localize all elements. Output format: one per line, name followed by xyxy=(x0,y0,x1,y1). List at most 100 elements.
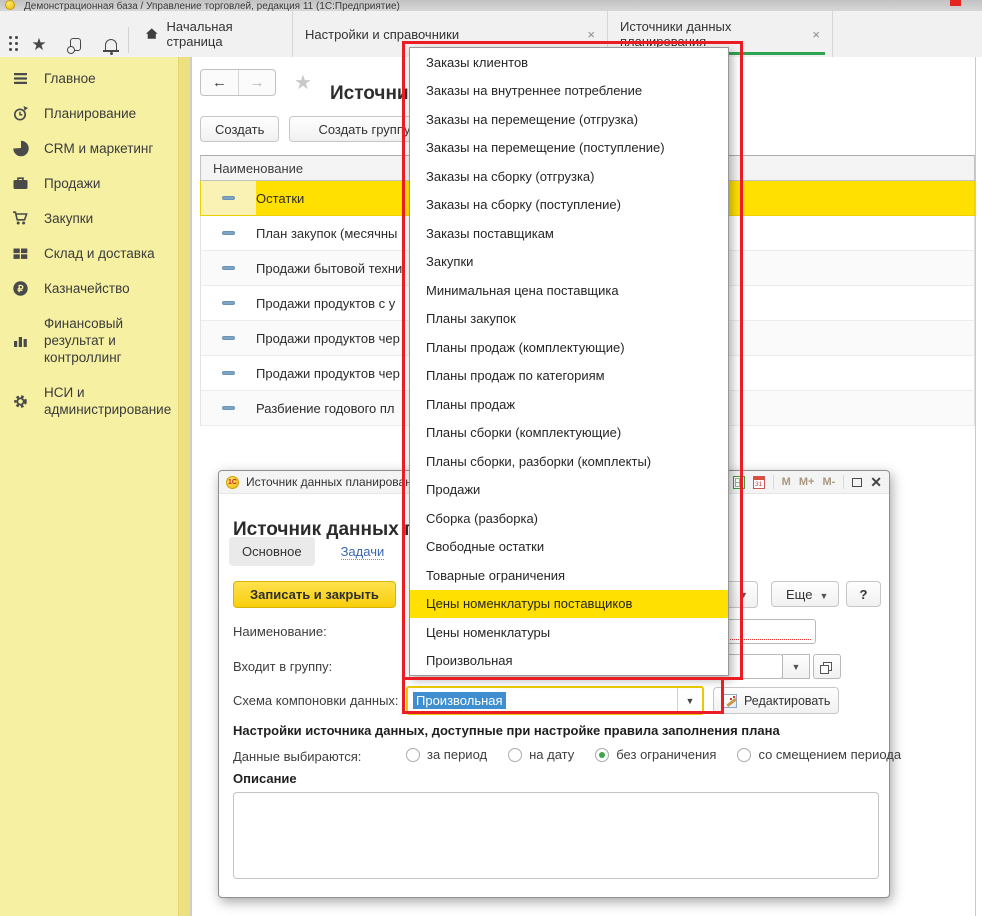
name-field-label: Наименование: xyxy=(233,624,327,639)
tab-home[interactable]: Начальная страница xyxy=(133,11,293,57)
row-type-cell xyxy=(201,356,256,390)
dropdown-item[interactable]: Продажи xyxy=(410,476,728,505)
dialog-title: Источник данных планировани xyxy=(246,475,419,489)
notifications-bell-icon[interactable] xyxy=(100,33,122,55)
dropdown-item[interactable]: Закупки xyxy=(410,248,728,277)
description-textarea[interactable] xyxy=(233,792,879,879)
row-name: Продажи бытовой техни xyxy=(256,261,402,276)
favorite-star-icon[interactable]: ★ xyxy=(294,70,312,95)
dropdown-item[interactable]: Заказы на сборку (поступление) xyxy=(410,191,728,220)
radio-dot-icon xyxy=(406,748,420,762)
radio-dot-icon xyxy=(508,748,522,762)
dropdown-item[interactable]: Цены номенклатуры xyxy=(410,618,728,647)
dropdown-item[interactable]: Планы сборки (комплектующие) xyxy=(410,419,728,448)
dropdown-item[interactable]: Сборка (разборка) xyxy=(410,504,728,533)
sidebar-item-finance[interactable]: Финансовый результат и контроллинг xyxy=(0,306,190,375)
dialog-tab-main[interactable]: Основное xyxy=(229,537,315,566)
row-name: Остатки xyxy=(256,191,304,206)
calendar-icon[interactable]: 31 xyxy=(753,476,765,489)
dropdown-item[interactable]: Заказы поставщикам xyxy=(410,219,728,248)
radio-period[interactable]: за период xyxy=(406,747,487,762)
dropdown-item[interactable]: Заказы на перемещение (отгрузка) xyxy=(410,105,728,134)
dropdown-item[interactable]: Товарные ограничения xyxy=(410,561,728,590)
memory-mminus-button[interactable]: M- xyxy=(822,476,835,488)
dropdown-item[interactable]: Планы продаж xyxy=(410,390,728,419)
radio-no-limit[interactable]: без ограничения xyxy=(595,747,716,762)
row-type-cell xyxy=(201,216,256,250)
memory-m-button[interactable]: M xyxy=(782,476,791,488)
radio-dot-icon xyxy=(595,748,609,762)
help-button[interactable]: ? xyxy=(846,581,881,607)
tab-close-icon[interactable]: × xyxy=(573,27,595,42)
scheme-dropdown-list: Заказы клиентовЗаказы на внутреннее потр… xyxy=(409,47,729,676)
dropdown-item[interactable]: Планы продаж по категориям xyxy=(410,362,728,391)
more-button[interactable]: Еще▼ xyxy=(771,581,839,607)
save-and-close-button[interactable]: Записать и закрыть xyxy=(233,581,396,608)
sidebar-item-planning[interactable]: Планирование xyxy=(0,96,190,131)
grid-menu-icon[interactable] xyxy=(2,33,24,55)
radio-date[interactable]: на дату xyxy=(508,747,574,762)
radio-offset[interactable]: со смещением периода xyxy=(737,747,901,762)
maximize-icon[interactable] xyxy=(852,478,862,487)
dropdown-item[interactable]: Заказы клиентов xyxy=(410,48,728,77)
sidebar-item-label: Продажи xyxy=(44,175,100,192)
sidebar-item-label: НСИ и администрирование xyxy=(44,384,171,418)
dropdown-item[interactable]: Заказы на внутреннее потребление xyxy=(410,77,728,106)
forward-button[interactable]: → xyxy=(238,70,275,95)
row-type-cell xyxy=(201,321,256,355)
sidebar-item-menu[interactable]: Главное xyxy=(0,61,190,96)
sidebar-item-treasury[interactable]: ₽ Казначейство xyxy=(0,271,190,306)
row-type-cell xyxy=(201,286,256,320)
calculator-icon[interactable] xyxy=(733,476,745,489)
sidebar-item-label: Финансовый результат и контроллинг xyxy=(44,315,170,366)
sidebar-item-label: Закупки xyxy=(44,210,93,227)
sidebar-scrollbar[interactable] xyxy=(178,57,190,916)
favorites-star-icon[interactable]: ★ xyxy=(28,33,50,55)
sidebar-item-sales[interactable]: Продажи xyxy=(0,166,190,201)
history-icon[interactable] xyxy=(64,33,86,55)
edit-scheme-button[interactable]: Редактировать xyxy=(713,687,839,714)
svg-text:₽: ₽ xyxy=(17,284,24,295)
row-type-cell xyxy=(201,251,256,285)
toolbar-separator xyxy=(128,27,129,53)
row-name: Продажи продуктов чер xyxy=(256,331,400,346)
dropdown-item[interactable]: Планы закупок xyxy=(410,305,728,334)
chevron-down-icon: ▼ xyxy=(819,591,828,601)
dropdown-item[interactable]: Свободные остатки xyxy=(410,533,728,562)
sidebar-item-purchases[interactable]: Закупки xyxy=(0,201,190,236)
combo-dropdown-button[interactable]: ▼ xyxy=(677,688,702,713)
window-titlebar: Демонстрационная база / Управление торго… xyxy=(0,0,982,11)
dialog-tab-tasks[interactable]: Задачи xyxy=(341,544,385,560)
sidebar-item-label: Казначейство xyxy=(44,280,130,297)
dropdown-item[interactable]: Планы продаж (комплектующие) xyxy=(410,333,728,362)
radio-group: за период на дату без ограничения со смещен… xyxy=(406,747,901,762)
dropdown-item[interactable]: Заказы на перемещение (поступление) xyxy=(410,134,728,163)
row-name: Продажи продуктов чер xyxy=(256,366,400,381)
warehouse-icon xyxy=(12,245,29,262)
scheme-combobox[interactable]: Произвольная ▼ xyxy=(406,686,704,715)
data-select-label: Данные выбираются: xyxy=(233,749,361,764)
dropdown-item[interactable]: Произвольная xyxy=(410,647,728,676)
close-icon[interactable]: ✕ xyxy=(870,475,882,489)
group-dropdown-button[interactable]: ▼ xyxy=(782,654,810,679)
radio-label: без ограничения xyxy=(616,747,716,762)
create-button[interactable]: Создать xyxy=(200,116,279,142)
tab-close-icon[interactable]: × xyxy=(798,27,820,42)
dialog-window-controls: 31 M M+ M- ✕ xyxy=(733,475,882,489)
radio-label: на дату xyxy=(529,747,574,762)
sidebar-item-admin[interactable]: НСИ и администрирование xyxy=(0,375,190,427)
back-button[interactable]: ← xyxy=(201,70,238,95)
sidebar-item-crm[interactable]: CRM и маркетинг xyxy=(0,131,190,166)
app-logo-icon xyxy=(5,0,15,10)
dropdown-item[interactable]: Заказы на сборку (отгрузка) xyxy=(410,162,728,191)
dropdown-item[interactable]: Планы сборки, разборки (комплекты) xyxy=(410,447,728,476)
history-nav-buttons: ← → xyxy=(200,69,276,96)
group-open-button[interactable] xyxy=(813,654,841,679)
sidebar-item-warehouse[interactable]: Склад и доставка xyxy=(0,236,190,271)
sidebar: ГлавноеПланированиеCRM и маркетинг Продаж… xyxy=(0,57,190,916)
dropdown-item[interactable]: Минимальная цена поставщика xyxy=(410,276,728,305)
row-name: Разбиение годового пл xyxy=(256,401,395,416)
dropdown-item[interactable]: Цены номенклатуры поставщиков xyxy=(410,590,728,619)
row-type-cell xyxy=(201,391,256,425)
memory-mplus-button[interactable]: M+ xyxy=(799,476,815,488)
